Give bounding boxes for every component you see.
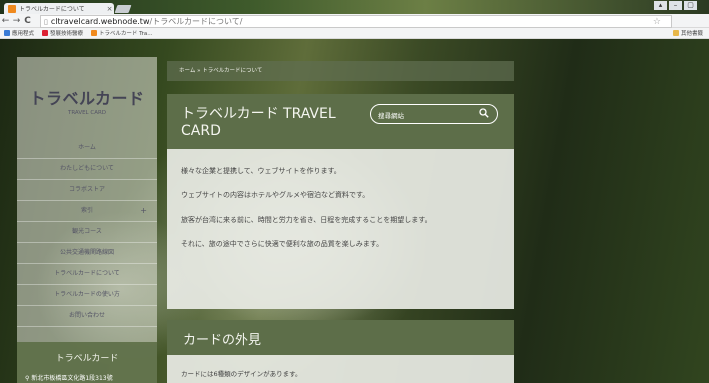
url-host: cltravelcard.webnode.tw xyxy=(50,17,150,26)
sidebar-item-home[interactable]: ホーム xyxy=(17,138,157,159)
section-title: カードの外見 xyxy=(183,333,262,348)
page-icon: ▯ xyxy=(44,17,48,26)
section-content: カードには6種類のデザインがあります。 xyxy=(167,355,514,383)
sidebar-item-index[interactable]: 索引 xyxy=(17,201,157,222)
sidebar-item-tour-course[interactable]: 観光コース xyxy=(17,222,157,243)
reload-icon[interactable]: C xyxy=(22,16,33,26)
content-panel: 様々な企業と提携して、ウェブサイトを作ります。 ウェブサイトの内容はホテルやグル… xyxy=(167,149,514,309)
minimize-button[interactable]: – xyxy=(669,1,682,10)
sidebar-item-transit-map[interactable]: 公共交通機関路線図 xyxy=(17,243,157,264)
site-logo[interactable]: トラベルカード xyxy=(17,85,157,109)
address-text: 新北市板橋區文化路1段313號 xyxy=(31,375,113,382)
bookmark-travelcard[interactable]: トラベルカード Tra... xyxy=(91,29,153,37)
sidebar-item-collab-store[interactable]: コラボストア xyxy=(17,180,157,201)
bookmark-medical[interactable]: 發展技術醫療 xyxy=(42,29,83,37)
sidebar-item-how-to-use[interactable]: トラベルカードの使い方 xyxy=(17,285,157,306)
new-tab-button[interactable] xyxy=(114,5,132,13)
favicon-icon xyxy=(8,4,16,13)
bookmarks-bar: 應用程式 發展技術醫療 トラベルカード Tra... 其他書籤 xyxy=(0,28,709,39)
page-title: トラベルカード TRAVEL CARD xyxy=(181,106,336,139)
sidebar-footer: トラベルカード ⚲ 新北市板橋區文化路1段313號 xyxy=(17,342,157,383)
folder-icon xyxy=(672,30,679,36)
search-input[interactable]: 搜尋網站 xyxy=(378,110,404,120)
bookmark-icon xyxy=(91,30,98,36)
user-menu-icon[interactable]: ▴ xyxy=(654,1,667,10)
back-icon[interactable]: ← xyxy=(0,16,11,26)
forward-icon[interactable]: → xyxy=(11,16,22,26)
paragraph: ウェブサイトの内容はホテルやグルメや宿泊など資料です。 xyxy=(181,191,370,199)
page-viewport: トラベルカード TRAVEL CARD ホーム わたしどもについて コラボストア… xyxy=(0,39,709,383)
bookmark-apps[interactable]: 應用程式 xyxy=(4,29,34,37)
browser-titlebar: トラベルカードについて × ▴ – ▢ xyxy=(0,0,709,14)
footer-title: トラベルカード xyxy=(55,354,119,364)
bookmark-star-icon[interactable]: ☆ xyxy=(653,17,661,27)
paragraph: カードには6種類のデザインがあります。 xyxy=(181,370,302,378)
search-icon[interactable] xyxy=(479,108,489,118)
page-header: トラベルカード TRAVEL CARD 搜尋網站 xyxy=(167,94,514,149)
breadcrumb[interactable]: ホーム » トラベルカードについて xyxy=(167,61,514,81)
maximize-button[interactable]: ▢ xyxy=(684,1,697,10)
bookmark-label: 其他書籤 xyxy=(680,31,703,37)
sidebar-item-about-travelcard[interactable]: トラベルカードについて xyxy=(17,264,157,285)
bookmark-label: 發展技術醫療 xyxy=(50,31,84,37)
bookmark-icon xyxy=(42,30,49,36)
section-header: カードの外見 xyxy=(167,320,514,355)
sidebar-item-about-us[interactable]: わたしどもについて xyxy=(17,159,157,180)
sidebar-nav: ホーム わたしどもについて コラボストア 索引 観光コース 公共交通機関路線図 … xyxy=(17,138,157,327)
other-bookmarks[interactable]: 其他書籤 xyxy=(672,29,703,37)
apps-icon xyxy=(4,30,10,36)
paragraph: 様々な企業と提携して、ウェブサイトを作ります。 xyxy=(181,167,341,175)
tab-title: トラベルカードについて xyxy=(19,6,85,13)
sidebar-item-contact[interactable]: お問い合わせ xyxy=(17,306,157,327)
url-path: /トラベルカードについて/ xyxy=(149,17,243,26)
browser-toolbar: ← → C ▯ cltravelcard.webnode.tw /トラベルカード… xyxy=(0,14,709,28)
address-bar[interactable]: ▯ cltravelcard.webnode.tw /トラベルカードについて/ … xyxy=(40,15,672,28)
footer-address: ⚲ 新北市板橋區文化路1段313號 xyxy=(25,373,113,382)
tab-close-icon[interactable]: × xyxy=(105,5,114,13)
site-logo-subtitle: TRAVEL CARD xyxy=(67,110,107,116)
sidebar: トラベルカード TRAVEL CARD ホーム わたしどもについて コラボストア… xyxy=(17,57,157,383)
browser-tab[interactable]: トラベルカードについて × xyxy=(4,3,114,14)
search-box[interactable]: 搜尋網站 xyxy=(370,104,498,124)
bookmark-label: 應用程式 xyxy=(12,31,35,37)
bookmark-label: トラベルカード Tra... xyxy=(99,31,153,37)
paragraph: それに、旅の途中でさらに快適で便利な旅の品質を楽しみます。 xyxy=(181,240,384,248)
paragraph: 旅客が台湾に来る前に、時間と労力を省き、日程を完成することを期望します。 xyxy=(181,216,432,224)
